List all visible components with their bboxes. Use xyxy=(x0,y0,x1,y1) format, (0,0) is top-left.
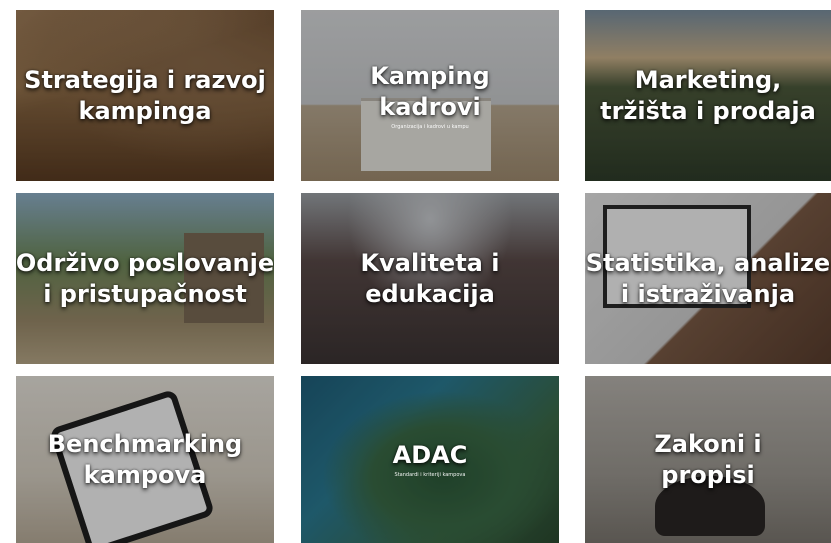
tile-title-line-2: i istraživanja xyxy=(620,279,796,308)
tile-benchmarking[interactable]: Benchmarking kampova xyxy=(16,376,274,543)
tile-title-line-2: edukacija xyxy=(365,279,495,308)
tile-title-line-1: Zakoni i xyxy=(654,429,762,458)
tile-title-line-1: Statistika, analize xyxy=(585,248,831,277)
tile-title-line-1: ADAC xyxy=(392,441,468,469)
tile-title-line-2: i pristupačnost xyxy=(43,279,247,308)
tile-title-line-1: Kvaliteta i xyxy=(360,248,500,277)
tile-kvaliteta-edukacija[interactable]: Kvaliteta i edukacija xyxy=(301,193,559,364)
tile-subtitle: Organizacija i kadrovi u kampu xyxy=(391,123,469,130)
tile-title-line-2: kampinga xyxy=(78,96,212,125)
tile-adac[interactable]: ADAC Standardi i kriteriji kampova xyxy=(301,376,559,543)
tile-title-line-1: Strategija i razvoj xyxy=(24,65,266,94)
tile-statistika[interactable]: Statistika, analize i istraživanja xyxy=(585,193,831,364)
tile-odrzivo-poslovanje[interactable]: Održivo poslovanje i pristupačnost xyxy=(16,193,274,364)
category-grid: Strategija i razvoj kampinga Kamping kad… xyxy=(0,0,831,543)
tile-kamping-kadrovi[interactable]: Kamping kadrovi Organizacija i kadrovi u… xyxy=(301,10,559,181)
tile-title-line-2: kadrovi xyxy=(379,92,481,121)
tile-strategija[interactable]: Strategija i razvoj kampinga xyxy=(16,10,274,181)
tile-title-line-2: kampova xyxy=(83,460,207,489)
tile-title-line-1: Benchmarking xyxy=(47,429,243,458)
tile-title-line-2: tržišta i prodaja xyxy=(600,96,816,125)
tile-subtitle: Standardi i kriteriji kampova xyxy=(394,472,466,478)
tile-title-line-2: propisi xyxy=(661,460,755,489)
tile-title-line-1: Marketing, xyxy=(634,65,782,94)
tile-zakoni-propisi[interactable]: Zakoni i propisi xyxy=(585,376,831,543)
tile-title-line-1: Kamping xyxy=(370,61,490,90)
tile-title-line-1: Održivo poslovanje xyxy=(16,248,274,277)
tile-marketing[interactable]: Marketing, tržišta i prodaja xyxy=(585,10,831,181)
